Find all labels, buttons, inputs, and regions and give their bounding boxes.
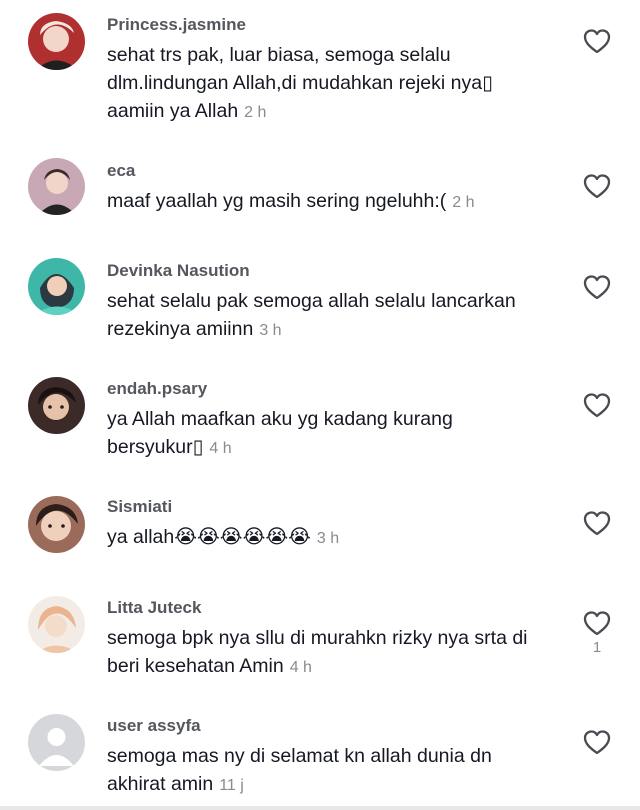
heart-outline-icon: [583, 174, 611, 199]
bottom-divider: [0, 806, 640, 810]
avatar-photo: [28, 377, 85, 434]
heart-outline-icon: [583, 29, 611, 54]
comment-time: 4 h: [289, 659, 312, 676]
comment-text: semoga bpk nya sllu di murahkn rizky nya…: [107, 624, 547, 682]
avatar[interactable]: [28, 377, 85, 434]
comment-text: maaf yaallah yg masih sering ngeluhh:( 2 …: [107, 187, 547, 217]
avatar-photo: [28, 158, 85, 215]
heart-outline-icon: [583, 275, 611, 300]
avatar-photo: [28, 596, 85, 653]
comment-username[interactable]: eca: [107, 161, 135, 181]
avatar[interactable]: [28, 158, 85, 215]
comment-username[interactable]: endah.psary: [107, 379, 207, 399]
like-button[interactable]: [582, 728, 612, 756]
comment-username[interactable]: user assyfa: [107, 716, 201, 736]
avatar-photo: [28, 13, 85, 70]
avatar-photo: [28, 496, 85, 553]
comment-text: sehat trs pak, luar biasa, semoga selalu…: [107, 41, 547, 127]
avatar-photo: [28, 258, 85, 315]
like-button[interactable]: [582, 172, 612, 200]
comment-body: ya Allah maafkan aku yg kadang kurang be…: [107, 408, 453, 458]
comment-body: semoga bpk nya sllu di murahkn rizky nya…: [107, 627, 528, 677]
like-count: 1: [592, 639, 602, 656]
comment-time: 11 j: [219, 777, 244, 794]
comment-text: sehat selalu pak semoga allah selalu lan…: [107, 287, 547, 345]
heart-outline-icon: [583, 611, 611, 636]
comment-username[interactable]: Princess.jasmine: [107, 15, 246, 35]
like-button[interactable]: [582, 509, 612, 537]
comment-username[interactable]: Litta Juteck: [107, 598, 201, 618]
comment-text: ya allah😭😭😭😭😭😭 3 h: [107, 523, 547, 553]
comment-time: 2 h: [452, 194, 475, 211]
heart-outline-icon: [583, 511, 611, 536]
comment-time: 2 h: [244, 104, 267, 121]
comment-body: sehat selalu pak semoga allah selalu lan…: [107, 290, 516, 340]
comment-body: sehat trs pak, luar biasa, semoga selalu…: [107, 44, 493, 122]
comment-body: ya allah😭😭😭😭😭😭: [107, 526, 311, 548]
heart-outline-icon: [583, 730, 611, 755]
like-button[interactable]: [582, 609, 612, 637]
like-button[interactable]: [582, 27, 612, 55]
comment-username[interactable]: Sismiati: [107, 497, 172, 517]
avatar[interactable]: [28, 258, 85, 315]
comment-body: semoga mas ny di selamat kn allah dunia …: [107, 745, 492, 795]
avatar[interactable]: [28, 714, 85, 771]
comment-username[interactable]: Devinka Nasution: [107, 261, 250, 281]
comment-text: semoga mas ny di selamat kn allah dunia …: [107, 742, 547, 800]
default-user-avatar-icon: [28, 714, 85, 771]
avatar[interactable]: [28, 596, 85, 653]
like-button[interactable]: [582, 391, 612, 419]
avatar[interactable]: [28, 496, 85, 553]
comment-time: 3 h: [316, 530, 340, 547]
comment-time: 3 h: [259, 322, 282, 339]
comment-body: maaf yaallah yg masih sering ngeluhh:(: [107, 190, 447, 212]
like-button[interactable]: [582, 273, 612, 301]
avatar[interactable]: [28, 13, 85, 70]
heart-outline-icon: [583, 393, 611, 418]
comment-text: ya Allah maafkan aku yg kadang kurang be…: [107, 405, 547, 463]
comment-time: 4 h: [209, 440, 232, 457]
